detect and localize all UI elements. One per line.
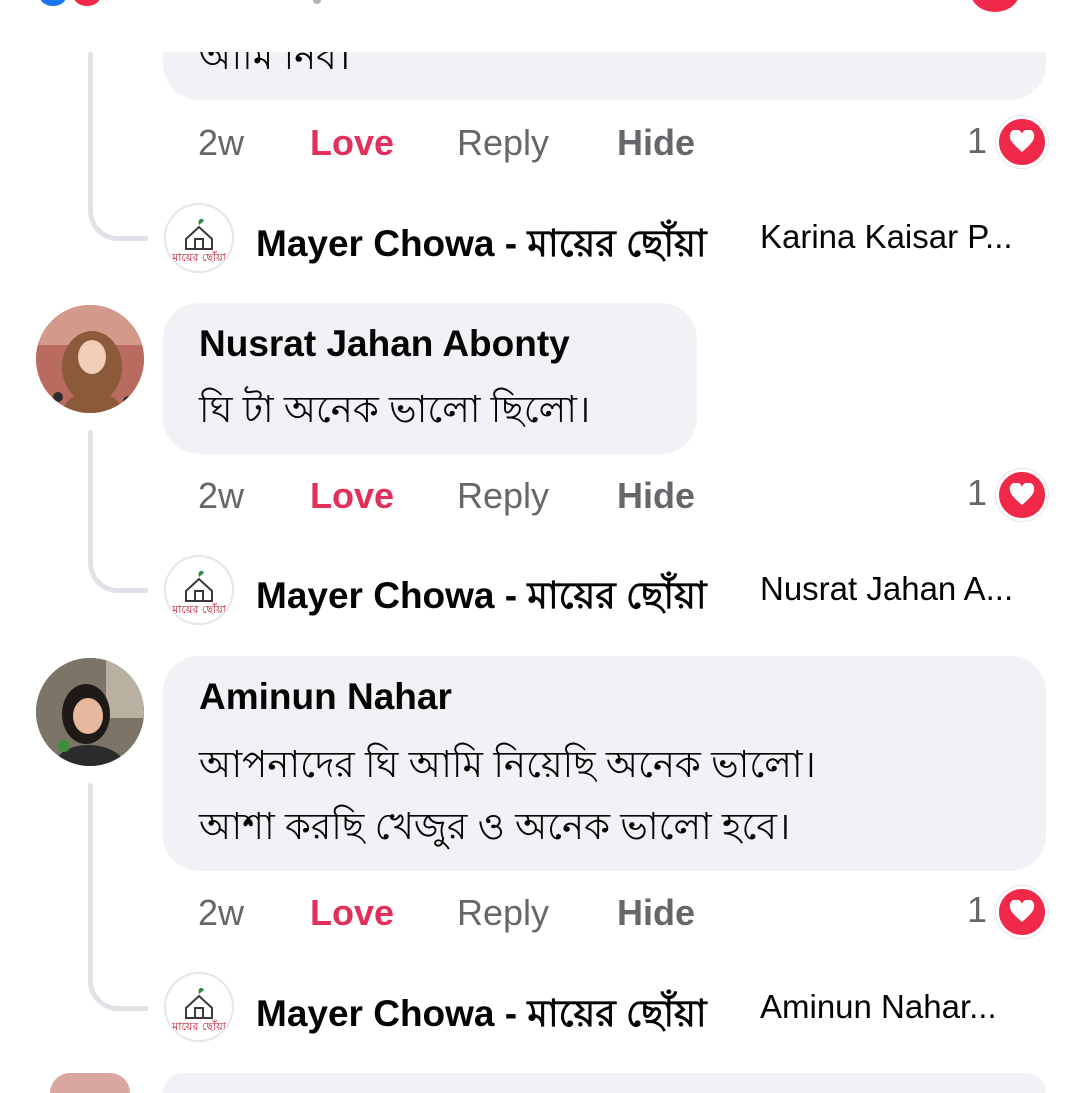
comment-author[interactable]: Aminun Nahar <box>199 676 452 718</box>
heart-reaction-icon <box>996 469 1048 521</box>
reply-snippet[interactable]: Karina Kaisar P... <box>760 218 1013 256</box>
partial-reaction-icons-front <box>40 0 120 8</box>
reply-connector <box>88 180 148 241</box>
love-button[interactable]: Love <box>310 892 394 934</box>
avatar[interactable] <box>36 305 144 413</box>
thread-line <box>88 783 93 978</box>
page-avatar[interactable]: মায়ের ছোঁয়া <box>164 203 234 273</box>
reply-connector <box>88 950 148 1011</box>
svg-text:মায়ের ছোঁয়া: মায়ের ছোঁয়া <box>171 602 227 616</box>
hide-button[interactable]: Hide <box>617 122 695 164</box>
page-avatar[interactable]: মায়ের ছোঁয়া <box>164 972 234 1042</box>
reply-button[interactable]: Reply <box>457 892 549 934</box>
reaction-count: 1 <box>967 120 988 161</box>
comment-text-line: আপনাদের ঘি আমি নিয়েছি অনেক ভালো। <box>199 744 816 785</box>
reaction-count: 1 <box>967 889 988 930</box>
page-avatar[interactable]: মায়ের ছোঁয়া <box>164 555 234 625</box>
comment-author[interactable]: Nusrat Jahan Abonty <box>199 323 570 365</box>
next-avatar-partial <box>50 1073 130 1093</box>
heart-reaction-icon <box>996 116 1048 168</box>
hide-button[interactable]: Hide <box>617 475 695 517</box>
svg-text:মায়ের ছোঁয়া: মায়ের ছোঁয়া <box>171 250 227 264</box>
page-name[interactable]: Mayer Chowa - মায়ের ছোঁয়া <box>256 566 707 629</box>
reply-snippet[interactable]: Aminun Nahar... <box>760 988 997 1026</box>
top-mask <box>0 0 1080 52</box>
love-button[interactable]: Love <box>310 122 394 164</box>
comment-text: ঘি টা অনেক ভালো ছিলো। <box>199 389 591 430</box>
svg-text:মায়ের ছোঁয়া: মায়ের ছোঁয়া <box>171 1019 227 1033</box>
comment-bubble[interactable]: Aminun Nahar আপনাদের ঘি আমি নিয়েছি অনেক… <box>163 656 1046 871</box>
page-name[interactable]: Mayer Chowa - মায়ের ছোঁয়া <box>256 214 707 277</box>
comment-time: 2w <box>198 122 245 163</box>
reply-snippet[interactable]: Nusrat Jahan A... <box>760 570 1013 608</box>
comment-time: 2w <box>198 892 245 933</box>
page-name[interactable]: Mayer Chowa - মায়ের ছোঁয়া <box>256 984 707 1047</box>
love-button[interactable]: Love <box>310 475 394 517</box>
next-bubble-partial <box>163 1073 1046 1093</box>
comment-time: 2w <box>198 475 245 516</box>
reply-button[interactable]: Reply <box>457 122 549 164</box>
hide-button[interactable]: Hide <box>617 892 695 934</box>
heart-reaction-icon <box>996 886 1048 938</box>
reaction-count: 1 <box>967 472 988 513</box>
comment-bubble[interactable]: Nusrat Jahan Abonty ঘি টা অনেক ভালো ছিলো… <box>163 303 697 454</box>
reply-connector <box>88 532 148 593</box>
avatar[interactable] <box>36 658 144 766</box>
comment-text-line: আশা করছি খেজুর ও অনেক ভালো হবে। <box>199 806 791 847</box>
reply-button[interactable]: Reply <box>457 475 549 517</box>
